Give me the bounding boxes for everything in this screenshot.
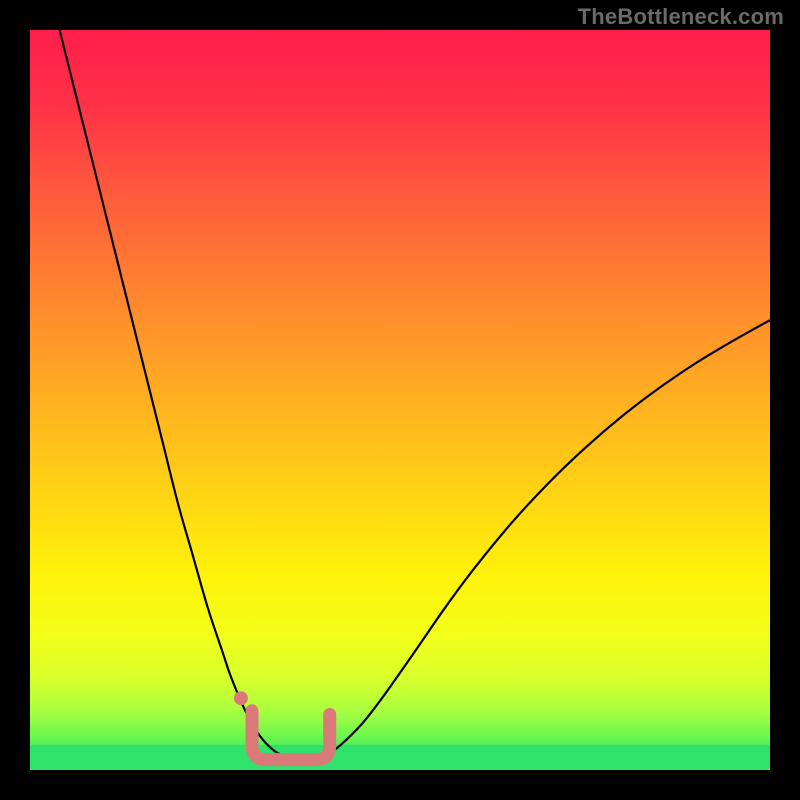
chart-root: TheBottleneck.com bbox=[0, 0, 800, 800]
gradient-background bbox=[30, 30, 770, 770]
green-band bbox=[30, 745, 770, 770]
valley-dot bbox=[234, 691, 248, 705]
plot-svg bbox=[30, 30, 770, 770]
watermark-text: TheBottleneck.com bbox=[578, 4, 784, 30]
plot-frame bbox=[30, 30, 770, 770]
